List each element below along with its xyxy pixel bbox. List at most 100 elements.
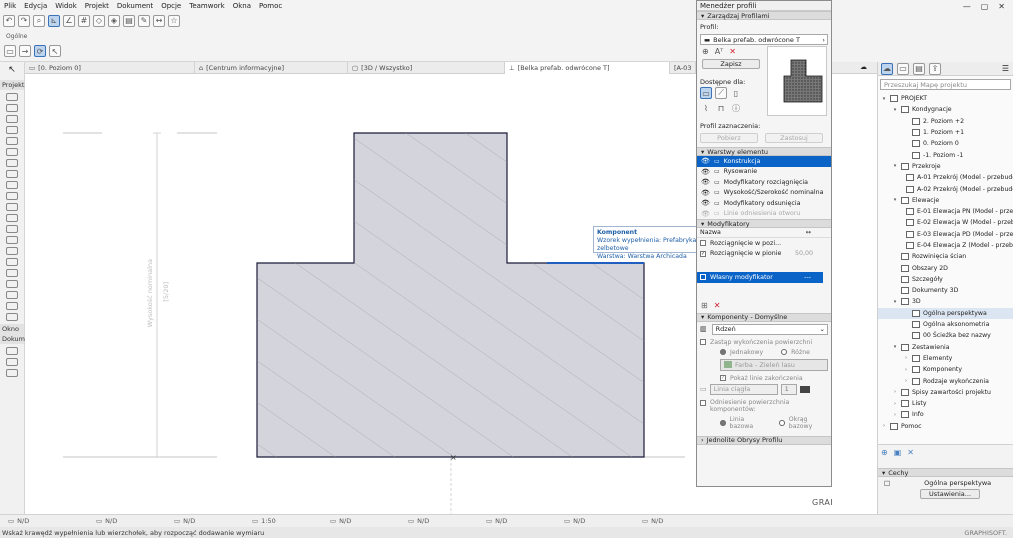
layout-book-icon[interactable]: ▤: [913, 62, 925, 75]
lamp-tool-icon[interactable]: [6, 258, 18, 266]
tree-item[interactable]: › Pomoc: [878, 421, 1013, 432]
section-modifiers[interactable]: ▾ Modyfikatory: [697, 219, 831, 228]
tree-item[interactable]: › Komponenty: [878, 364, 1013, 375]
tree-item[interactable]: ▾ Przekroje: [878, 161, 1013, 172]
beam-available-icon[interactable]: ⟋: [715, 87, 727, 99]
profile-select[interactable]: ▬ Belka prefab. odwrócone T ›: [700, 34, 828, 45]
menu-item[interactable]: Pomoc: [259, 2, 282, 10]
expand-toggle-icon[interactable]: ▾: [892, 344, 898, 350]
pencil-icon[interactable]: ✎: [138, 14, 150, 27]
different-radio[interactable]: [781, 349, 788, 355]
handrail-available-icon[interactable]: ⊓: [715, 102, 727, 114]
mep-tool-icon[interactable]: [6, 269, 18, 277]
tree-item[interactable]: 0. Poziom 0: [878, 138, 1013, 149]
project-map-icon[interactable]: ☁: [881, 62, 893, 75]
zone-tool-icon[interactable]: [6, 225, 18, 233]
beam-tool-icon[interactable]: [6, 115, 18, 123]
curtain-wall-tool-icon[interactable]: [6, 181, 18, 189]
stair-tool-icon[interactable]: [6, 159, 18, 167]
expand-toggle-icon[interactable]: ›: [903, 355, 909, 361]
zoom-icon[interactable]: ⌕: [33, 14, 45, 27]
delete-view-icon[interactable]: ✕: [907, 448, 914, 457]
surface-ref-checkbox[interactable]: [700, 399, 706, 406]
tree-item[interactable]: › Elementy: [878, 353, 1013, 364]
status-item[interactable]: ▭ N/D: [564, 517, 634, 525]
tree-item[interactable]: ▾ Zestawienia: [878, 342, 1013, 353]
tree-item[interactable]: E-03 Elewacja PD (Model - przebudowa): [878, 229, 1013, 240]
pen-select[interactable]: 1: [780, 383, 797, 395]
tree-item[interactable]: ▾ Elewacje: [878, 195, 1013, 206]
3d-icon[interactable]: ◈: [108, 14, 120, 27]
tree-item[interactable]: Obszary 2D: [878, 262, 1013, 273]
section-components[interactable]: ▾ Komponenty - Domyślne: [697, 312, 831, 322]
status-item[interactable]: ▭ 1:50: [252, 517, 322, 525]
status-item[interactable]: ▭ N/D: [96, 517, 166, 525]
layer-row[interactable]: 👁 ▭ Konstrukcja: [697, 156, 831, 167]
grid-icon[interactable]: #: [78, 14, 90, 27]
eye-icon[interactable]: 👁: [701, 157, 710, 165]
menu-item[interactable]: Okna: [233, 2, 251, 10]
layer-row[interactable]: 👁 ▭ Linie odniesienia otworu: [697, 209, 831, 220]
tree-item[interactable]: ▾ Kondygnacje: [878, 104, 1013, 115]
status-item[interactable]: ▭ N/D: [642, 517, 712, 525]
arrow-mode-icon[interactable]: →: [19, 45, 31, 57]
menu-item[interactable]: Opcje: [161, 2, 181, 10]
remove-modifier-icon[interactable]: ✕: [714, 301, 721, 310]
arrow-tool-icon[interactable]: ↖: [6, 65, 18, 75]
delete-icon[interactable]: ✕: [729, 47, 736, 56]
eye-icon[interactable]: 👁: [701, 178, 710, 186]
rotate-mode-icon[interactable]: ⟳: [34, 45, 46, 57]
base-line-radio[interactable]: [720, 419, 726, 426]
modifier-row[interactable]: ✓ Rozciągnięcie w pionie 50,00: [697, 249, 831, 260]
tree-item[interactable]: 00 Ścieżka bez nazwy: [878, 330, 1013, 341]
roof-tool-icon[interactable]: [6, 137, 18, 145]
layer-row[interactable]: 👁 ▭ Modyfikatory rozciągnięcia: [697, 177, 831, 188]
expand-toggle-icon[interactable]: ▾: [892, 163, 898, 169]
expand-toggle-icon[interactable]: ▾: [892, 197, 898, 203]
tab-section[interactable]: [A-03: [670, 62, 696, 74]
opening-tool-icon[interactable]: [6, 291, 18, 299]
section-unify-profile[interactable]: › Jednolite Obrysy Profilu: [697, 435, 831, 445]
tree-item[interactable]: Ogólna perspektywa: [878, 307, 1013, 319]
wall-end-icon[interactable]: [6, 313, 18, 321]
section-features[interactable]: ▾ Cechy: [878, 468, 1013, 477]
slab-tool-icon[interactable]: [6, 126, 18, 134]
eye-icon[interactable]: 👁: [701, 168, 710, 176]
view-map-icon[interactable]: ▭: [897, 62, 909, 75]
tree-item[interactable]: 2. Poziom +2: [878, 116, 1013, 127]
menu-item[interactable]: Widok: [55, 2, 77, 10]
eye-icon[interactable]: 👁: [701, 199, 710, 207]
tree-item[interactable]: Dokumenty 3D: [878, 285, 1013, 296]
menu-item[interactable]: Projekt: [85, 2, 109, 10]
object-tool-icon[interactable]: [6, 214, 18, 222]
surface-select[interactable]: Farba - Zieleń lasu: [720, 358, 828, 371]
tree-item[interactable]: E-02 Elewacja W (Model - przebudowa): [878, 217, 1013, 228]
rectangle-mode-icon[interactable]: ▭: [4, 45, 16, 57]
menu-icon[interactable]: ☰: [1002, 64, 1009, 73]
tree-item[interactable]: › Listy: [878, 398, 1013, 409]
dimension-tool-icon[interactable]: [6, 347, 18, 355]
tree-item[interactable]: › Spisy zawartości projektu: [878, 387, 1013, 398]
view-options-icon[interactable]: ☁: [860, 63, 867, 71]
tree-item[interactable]: ▾ 3D: [878, 296, 1013, 307]
trace-icon[interactable]: ◇: [93, 14, 105, 27]
expand-toggle-icon[interactable]: ▾: [892, 299, 898, 305]
expand-toggle-icon[interactable]: ›: [881, 423, 887, 429]
door-tool-icon[interactable]: [6, 192, 18, 200]
around-base-radio[interactable]: [779, 419, 785, 426]
info-available-icon[interactable]: ⓘ: [730, 102, 742, 114]
pointer-icon[interactable]: ↖: [49, 45, 61, 57]
expand-toggle-icon[interactable]: ›: [892, 389, 898, 395]
menu-item[interactable]: Edycja: [24, 2, 47, 10]
new-profile-icon[interactable]: ⊕: [702, 47, 709, 56]
undo-icon[interactable]: ↶: [3, 14, 15, 27]
tab-info-center[interactable]: ⌂ [Centrum informacyjne]: [195, 62, 348, 74]
wall-available-icon[interactable]: ▭: [700, 87, 712, 99]
tree-item[interactable]: E-04 Elewacja Z (Model - przebudowa): [878, 240, 1013, 251]
show-contour-checkbox[interactable]: ✓: [720, 375, 726, 381]
section-manage-profiles[interactable]: ▾ Zarządzaj Profilami: [697, 11, 831, 20]
railing-tool-icon[interactable]: [6, 170, 18, 178]
drawing-canvas[interactable]: × Wysokość nominalna [5/20]: [25, 74, 696, 514]
maximize-icon[interactable]: ▢: [981, 2, 989, 11]
railing-available-icon[interactable]: ⌇: [700, 102, 712, 114]
